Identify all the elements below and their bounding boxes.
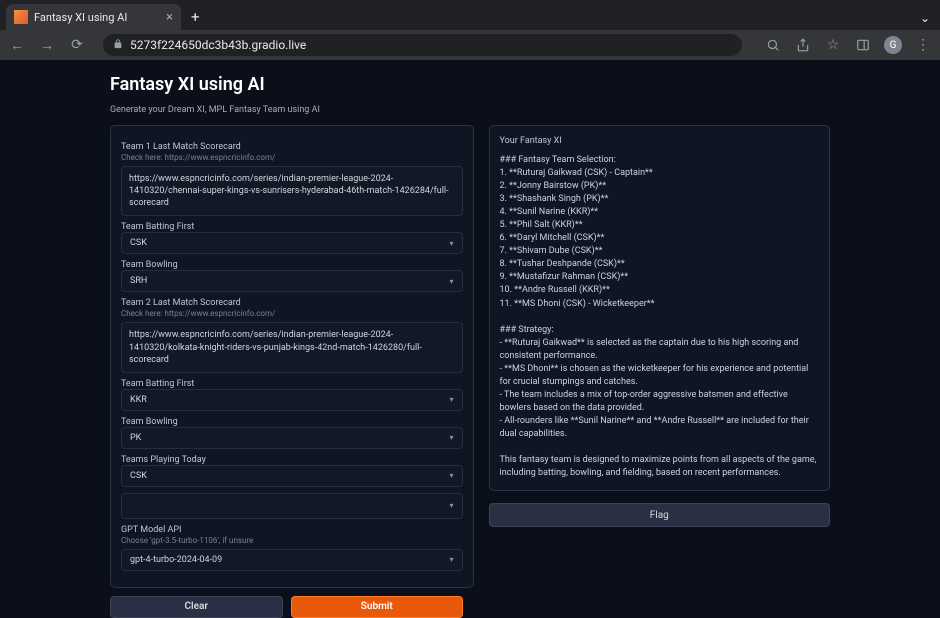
output-text: ### Fantasy Team Selection: 1. **Ruturaj… bbox=[500, 154, 820, 480]
chevron-down-icon: ▾ bbox=[449, 239, 453, 248]
close-icon[interactable]: × bbox=[166, 10, 173, 25]
share-icon[interactable] bbox=[794, 36, 812, 54]
output-label: Your Fantasy XI bbox=[500, 136, 820, 146]
chevron-down-icon: ▾ bbox=[449, 277, 453, 286]
chevron-down-icon: ▾ bbox=[449, 555, 453, 564]
bowling1-label: Team Bowling bbox=[121, 260, 463, 270]
scorecard1-label: Team 1 Last Match Scorecard bbox=[121, 142, 463, 152]
browser-tabstrip: Fantasy XI using AI × + ⌄ bbox=[0, 0, 940, 30]
bowling2-select[interactable]: PK▾ bbox=[121, 427, 463, 449]
scorecard2-input[interactable]: https://www.espncricinfo.com/series/indi… bbox=[121, 322, 463, 372]
teams-today-select-2[interactable]: ▾ bbox=[121, 493, 463, 519]
scorecard2-hint: Check here: https://www.espncricinfo.com… bbox=[121, 309, 463, 318]
menu-icon[interactable]: ⋮ bbox=[914, 36, 932, 54]
batting2-select[interactable]: KKR▾ bbox=[121, 389, 463, 411]
flag-button[interactable]: Flag bbox=[489, 503, 831, 527]
batting1-label: Team Batting First bbox=[121, 222, 463, 232]
sidepanel-icon[interactable] bbox=[854, 36, 872, 54]
output-column: Your Fantasy XI ### Fantasy Team Selecti… bbox=[489, 125, 831, 588]
page-subtitle: Generate your Dream XI, MPL Fantasy Team… bbox=[110, 105, 830, 115]
chevron-down-icon[interactable]: ⌄ bbox=[920, 11, 930, 25]
back-icon[interactable]: ← bbox=[8, 36, 26, 54]
browser-toolbar: ← → ⟳ 5273f224650dc3b43b.gradio.live ☆ G… bbox=[0, 30, 940, 60]
clear-button[interactable]: Clear bbox=[110, 596, 283, 618]
teams-today-select[interactable]: CSK▾ bbox=[121, 465, 463, 487]
chevron-down-icon: ▾ bbox=[449, 433, 453, 442]
chevron-down-icon: ▾ bbox=[449, 471, 453, 480]
lock-icon bbox=[113, 39, 123, 52]
favicon bbox=[14, 10, 28, 24]
profile-avatar[interactable]: G bbox=[884, 36, 902, 54]
gpt-label: GPT Model API bbox=[121, 525, 463, 535]
search-icon[interactable] bbox=[764, 36, 782, 54]
bowling2-label: Team Bowling bbox=[121, 417, 463, 427]
gpt-model-select[interactable]: gpt-4-turbo-2024-04-09▾ bbox=[121, 549, 463, 571]
scorecard1-hint: Check here: https://www.espncricinfo.com… bbox=[121, 153, 463, 162]
scorecard2-label: Team 2 Last Match Scorecard bbox=[121, 298, 463, 308]
chevron-down-icon: ▾ bbox=[449, 395, 453, 404]
input-panel: Team 1 Last Match Scorecard Check here: … bbox=[110, 125, 474, 588]
batting1-select[interactable]: CSK▾ bbox=[121, 232, 463, 254]
star-icon[interactable]: ☆ bbox=[824, 36, 842, 54]
page-title: Fantasy XI using AI bbox=[110, 74, 830, 95]
address-bar[interactable]: 5273f224650dc3b43b.gradio.live bbox=[103, 34, 742, 56]
submit-button[interactable]: Submit bbox=[291, 596, 464, 618]
forward-icon[interactable]: → bbox=[38, 36, 56, 54]
batting2-label: Team Batting First bbox=[121, 379, 463, 389]
teams-today-label: Teams Playing Today bbox=[121, 455, 463, 465]
gpt-hint: Choose 'gpt-3.5-turbo-1106', if unsure bbox=[121, 536, 463, 545]
bowling1-select[interactable]: SRH▾ bbox=[121, 270, 463, 292]
reload-icon[interactable]: ⟳ bbox=[68, 36, 86, 54]
tab-title: Fantasy XI using AI bbox=[34, 11, 127, 24]
scorecard1-input[interactable]: https://www.espncricinfo.com/series/indi… bbox=[121, 166, 463, 216]
new-tab-button[interactable]: + bbox=[191, 8, 200, 26]
url-text: 5273f224650dc3b43b.gradio.live bbox=[130, 38, 306, 52]
browser-tab[interactable]: Fantasy XI using AI × bbox=[6, 4, 181, 30]
output-panel: Your Fantasy XI ### Fantasy Team Selecti… bbox=[489, 125, 831, 491]
chevron-down-icon: ▾ bbox=[449, 501, 453, 510]
